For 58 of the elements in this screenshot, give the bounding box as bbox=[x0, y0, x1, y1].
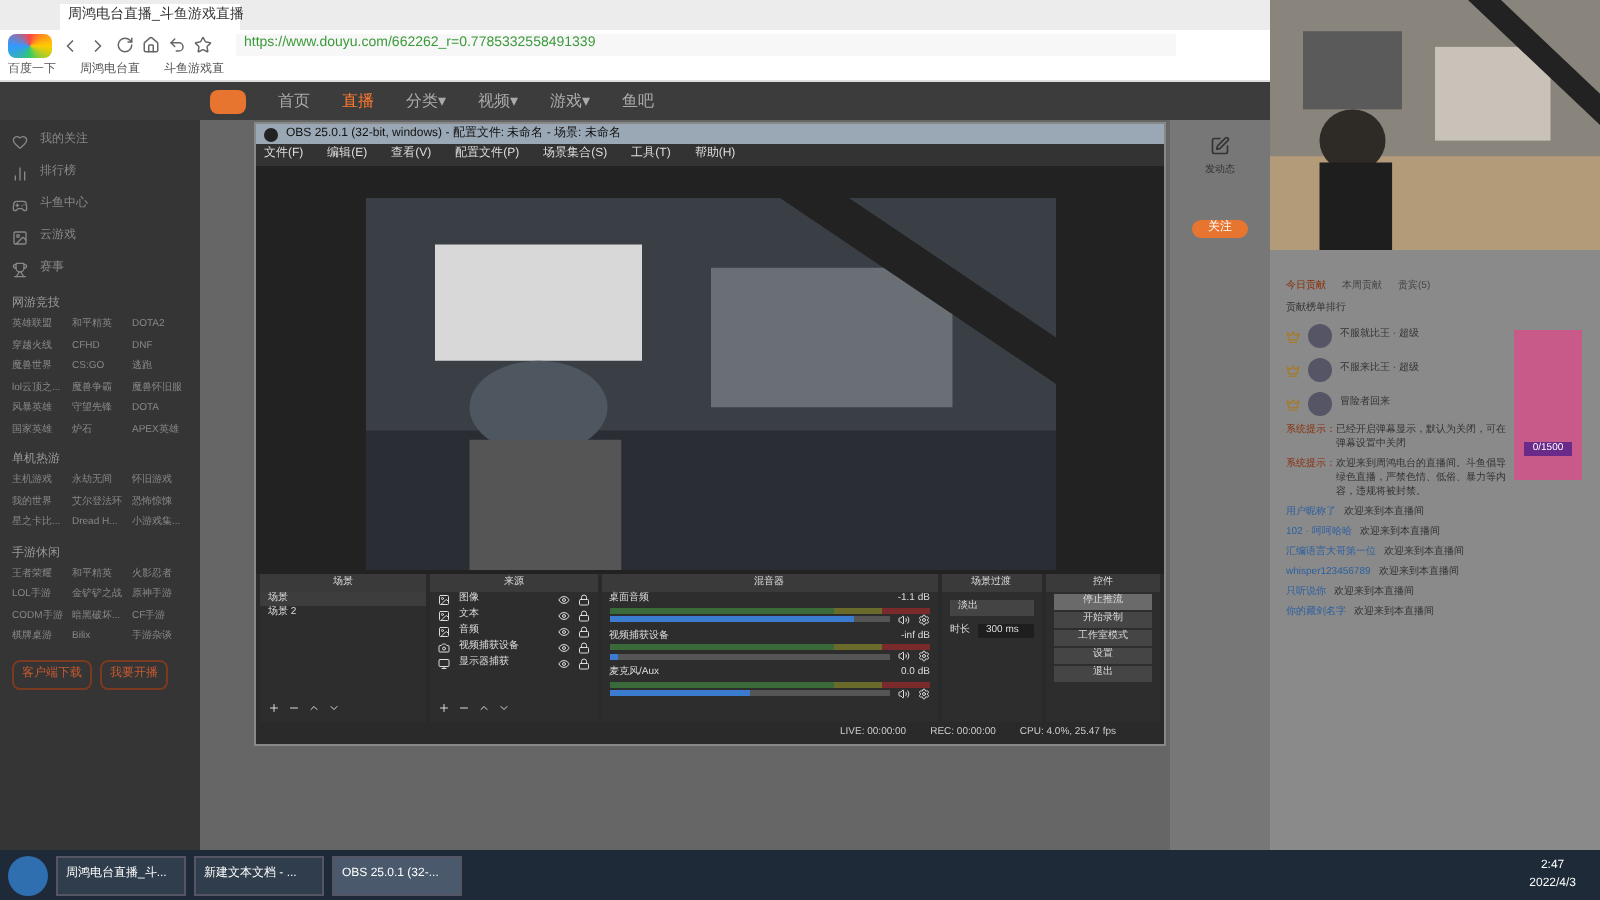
sidebar-icon bbox=[12, 229, 28, 245]
sidebar-icon bbox=[12, 133, 28, 149]
volume-slider[interactable] bbox=[609, 653, 890, 659]
visibility-icon[interactable] bbox=[557, 658, 569, 670]
nav-link[interactable]: 分类▾ bbox=[406, 89, 446, 113]
sidebar-icon bbox=[12, 197, 28, 213]
settings-icon[interactable] bbox=[917, 650, 930, 662]
undo-icon[interactable] bbox=[168, 36, 186, 54]
remove-icon[interactable] bbox=[458, 702, 471, 714]
nav-link[interactable]: 视频▾ bbox=[478, 89, 518, 113]
home-icon[interactable] bbox=[142, 36, 160, 54]
volume-slider[interactable] bbox=[609, 690, 890, 696]
nav-link[interactable]: 鱼吧 bbox=[622, 89, 654, 113]
down-icon[interactable] bbox=[498, 702, 511, 714]
lock-icon[interactable] bbox=[577, 626, 589, 638]
avatar bbox=[1308, 358, 1332, 382]
crown-icon bbox=[1286, 397, 1300, 411]
lock-icon[interactable] bbox=[577, 610, 589, 622]
up-icon[interactable] bbox=[308, 702, 320, 714]
start-button[interactable] bbox=[8, 855, 48, 895]
add-icon[interactable] bbox=[268, 702, 280, 714]
nav-link[interactable]: 首页 bbox=[278, 89, 310, 113]
avatar bbox=[1308, 324, 1332, 348]
nav-link[interactable]: 游戏▾ bbox=[550, 89, 590, 113]
crown-icon bbox=[1286, 329, 1300, 343]
lock-icon[interactable] bbox=[577, 594, 589, 606]
speaker-icon[interactable] bbox=[897, 613, 910, 625]
browser-logo-icon[interactable] bbox=[8, 33, 52, 57]
obs-logo-icon bbox=[264, 127, 278, 141]
settings-icon[interactable] bbox=[917, 687, 930, 699]
lock-icon[interactable] bbox=[577, 658, 589, 670]
reload-icon[interactable] bbox=[116, 36, 134, 54]
down-icon[interactable] bbox=[328, 702, 340, 714]
crown-icon bbox=[1286, 363, 1300, 377]
speaker-icon[interactable] bbox=[897, 650, 910, 662]
volume-slider[interactable] bbox=[609, 616, 890, 622]
sidebar-icon bbox=[12, 165, 28, 181]
visibility-icon[interactable] bbox=[557, 594, 569, 606]
visibility-icon[interactable] bbox=[557, 610, 569, 622]
edit-icon[interactable] bbox=[1210, 136, 1230, 156]
avatar bbox=[1308, 392, 1332, 416]
nav-link[interactable]: 直播 bbox=[342, 89, 374, 113]
source-icon bbox=[438, 594, 451, 606]
sidebar-icon bbox=[12, 261, 28, 277]
lock-icon[interactable] bbox=[577, 642, 589, 654]
source-icon bbox=[438, 626, 451, 638]
source-icon bbox=[438, 610, 451, 622]
up-icon[interactable] bbox=[478, 702, 491, 714]
site-logo-icon[interactable] bbox=[210, 89, 246, 113]
speaker-icon[interactable] bbox=[897, 687, 910, 699]
source-icon bbox=[438, 658, 451, 670]
remove-icon[interactable] bbox=[288, 702, 300, 714]
source-icon bbox=[438, 642, 451, 654]
settings-icon[interactable] bbox=[917, 613, 930, 625]
visibility-icon[interactable] bbox=[557, 626, 569, 638]
visibility-icon[interactable] bbox=[557, 642, 569, 654]
add-icon[interactable] bbox=[438, 702, 451, 714]
star-icon[interactable] bbox=[194, 36, 212, 54]
